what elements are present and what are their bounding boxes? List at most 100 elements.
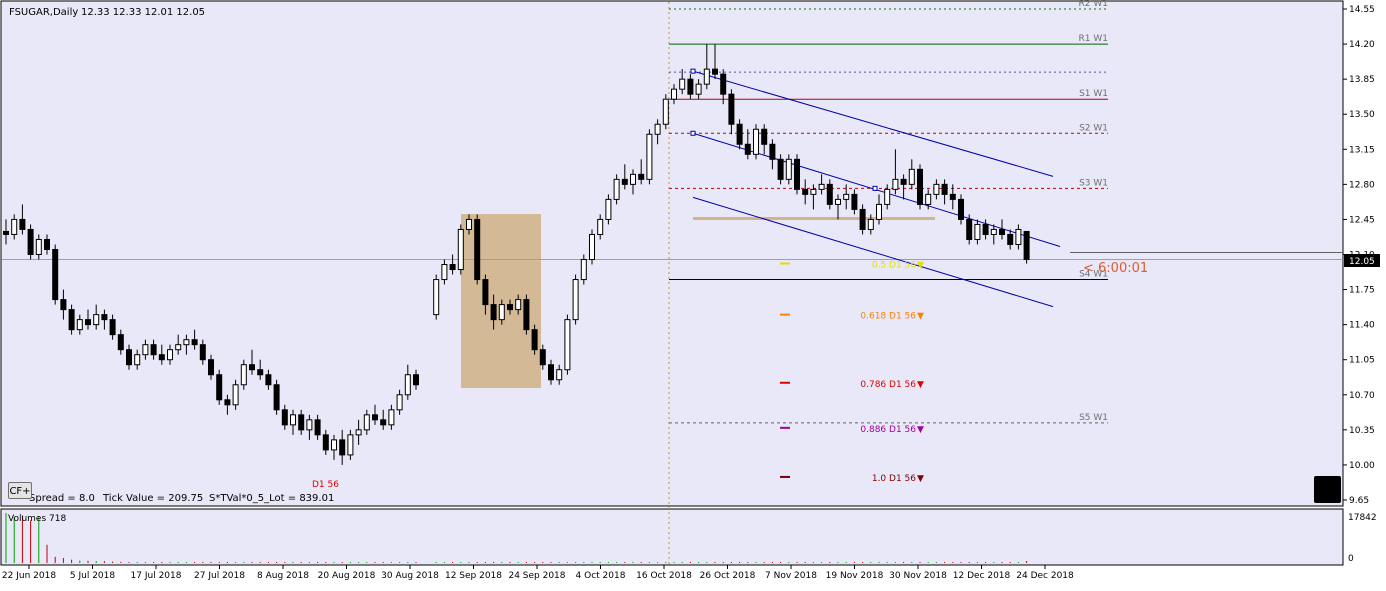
candle-body [117,334,124,351]
candle-body [306,419,313,431]
black-indicator-box [1314,476,1341,503]
current-price-text: 12.05 [1349,257,1375,267]
candle-body [539,349,546,366]
candle-body [11,218,18,235]
candle-body [867,218,874,230]
candle-body [958,198,964,220]
price-tick-label: 10.00 [1349,461,1375,471]
time-tick-label: 16 Oct 2018 [636,571,692,581]
candle-body [933,183,940,195]
countdown-label: < 6:00:01 [1083,261,1148,276]
price-tick-label: 13.50 [1349,110,1375,120]
candle-body [93,314,100,326]
candle-body [810,188,817,195]
channel-anchor-mid [872,185,878,191]
candle-body [1015,228,1022,245]
candle-body [974,223,981,240]
candle-body [613,178,620,200]
candle-body [396,394,403,411]
candle-body [859,208,866,230]
candle-body [265,374,272,386]
price-tick-label: 10.35 [1349,426,1375,436]
candle-body [662,98,669,125]
candle-body [232,384,239,406]
price-tick-label: 12.80 [1349,180,1375,190]
candle-body [85,319,91,326]
time-tick-label: 17 Jul 2018 [131,571,182,581]
candle-body [949,193,956,200]
fib-label-3: 0.886 D1 56 [860,425,916,435]
candle-body [158,354,165,361]
candle-body [531,329,538,351]
candle-body [769,143,776,160]
candle-body [298,414,305,431]
candle-body [388,409,395,426]
candle-body [498,304,505,321]
spread-text: Spread = 8.0 [29,493,95,504]
candle-body [474,218,481,281]
candle-body [199,344,206,361]
candle-body [785,158,792,180]
candle-body [835,198,841,205]
price-tick-label: 12.45 [1349,215,1375,225]
volume-zero-label: 0 [1348,554,1354,564]
candle-body [941,183,948,195]
candle-body [150,344,157,356]
candle-body [892,178,899,190]
time-tick-label: 19 Nov 2018 [826,571,884,581]
candle-body [556,369,563,381]
candle-body [249,364,255,371]
price-chart[interactable]: R2 W1R1 W1S1 W1S2 W1S3 W1S4 W1S5 W1 0.5 … [0,0,1386,587]
volume-plot-area[interactable] [0,508,1344,566]
candle-body [490,304,497,321]
candle-body [818,183,825,190]
fib-label-0: 0.5 D1 56 [872,261,916,271]
candle-body [216,374,223,401]
time-tick-label: 22 Jun 2018 [2,571,56,581]
candle-body [322,434,329,451]
candle-body [523,299,530,331]
candle-body [363,414,370,431]
cf-button[interactable]: CF+ [8,482,32,499]
pivot-label-3: S1 W1 [1079,89,1108,99]
candle-body [482,279,489,306]
time-tick-label: 7 Nov 2018 [765,571,817,581]
candle-body [35,238,42,256]
fib-arrow-3: ▼ [917,425,924,435]
candle-body [621,178,628,185]
candle-body [183,339,190,346]
candle-body [999,228,1005,235]
candle-body [457,228,464,271]
candle-body [1023,230,1030,261]
main-plot-area[interactable] [0,0,1344,507]
candle-body [109,319,116,336]
candle-body [925,193,932,205]
candle-body [466,218,472,230]
candle-body [191,339,198,346]
candle-body [564,319,571,371]
candle-body [761,128,768,145]
candle-body [167,349,173,361]
candle-body [273,384,280,411]
fib-arrow-0: ▼ [917,261,924,271]
symbol-label: FSUGAR,Daily [9,7,78,18]
candle-body [68,309,75,331]
candle-body [679,78,686,90]
fib-arrow-1: ▼ [917,312,924,322]
candle-body [548,364,554,381]
candle-body [101,314,108,321]
candle-body [314,419,321,436]
candle-body [671,88,677,100]
price-tick-label: 14.20 [1349,40,1375,50]
candle-body [441,264,448,281]
fib-label-4: 1.0 D1 56 [872,474,916,484]
candle-body [355,429,362,436]
swing-low-label: D1 56 [312,480,339,490]
price-tick-label: 9.65 [1349,496,1369,506]
volume-title: Volumes 718 [8,514,66,524]
candle-body [630,173,636,185]
pivot-label-5: S3 W1 [1079,178,1108,188]
candle-body [224,399,231,406]
candle-body [281,409,288,426]
candle-body [208,359,214,376]
